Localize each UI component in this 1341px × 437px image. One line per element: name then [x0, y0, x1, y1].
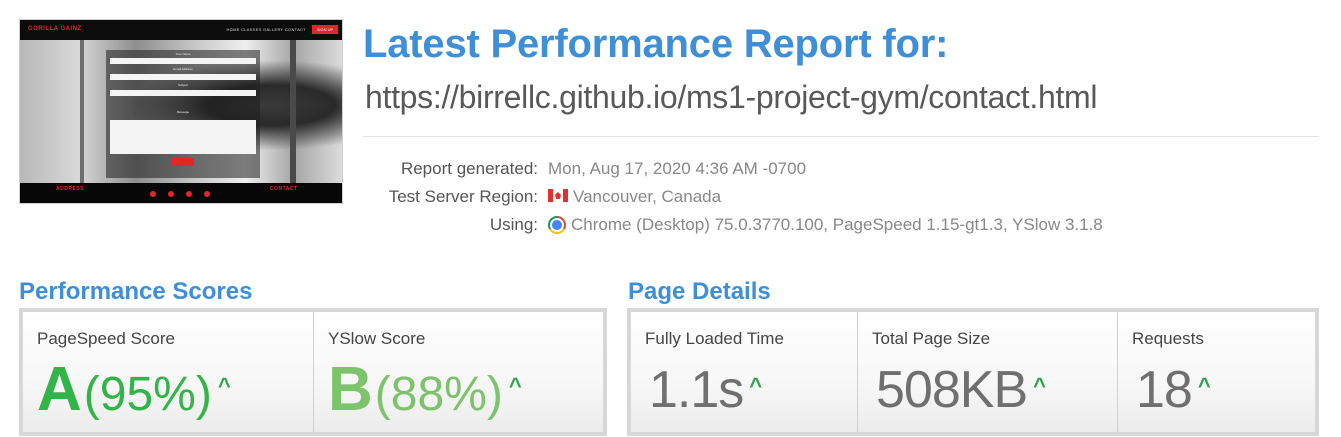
meta-label: Test Server Region:	[388, 187, 538, 206]
thumb-form-label: Email Address	[173, 67, 193, 71]
thumb-message-box	[110, 120, 256, 154]
trend-up-icon: ^	[1197, 373, 1211, 398]
meta-server-region: Test Server Region: Vancouver, Canada	[363, 185, 1263, 209]
report-url[interactable]: https://birrellc.github.io/ms1-project-g…	[365, 79, 1098, 116]
page-details-panel: Fully Loaded Time 1.1s ^ Total Page Size …	[627, 308, 1319, 436]
thumb-contact-form: Your Name Email Address Subject Message	[106, 50, 260, 178]
thumb-submit-button	[172, 158, 194, 166]
meta-value: Vancouver, Canada	[573, 187, 722, 206]
meta-value-wrap: Chrome (Desktop) 75.0.3770.100, PageSpee…	[548, 213, 1103, 237]
pagespeed-score-value: A(95%) ^	[37, 350, 231, 437]
thumb-footer-contact: CONTACT	[270, 186, 298, 192]
thumb-gym-pole	[80, 40, 84, 185]
pagespeed-grade: A	[37, 355, 82, 424]
trend-up-icon: ^	[217, 373, 231, 398]
thumb-form-field	[110, 58, 256, 64]
fully-loaded-time-label: Fully Loaded Time	[645, 329, 784, 348]
thumb-footer-address: ADDRESS	[56, 186, 84, 192]
twitter-icon	[168, 191, 174, 197]
thumb-form-field	[110, 90, 256, 96]
meta-value-wrap: Vancouver, Canada	[548, 185, 721, 209]
meta-label: Report generated:	[400, 159, 538, 178]
meta-report-generated: Report generated: Mon, Aug 17, 2020 4:36…	[363, 157, 1263, 181]
thumb-footer: ADDRESS CONTACT	[20, 183, 342, 203]
thumb-nav-links: HOME CLASSES GALLERY CONTACT	[226, 27, 306, 32]
performance-scores-panel: PageSpeed Score A(95%) ^ YSlow Score B(88…	[19, 308, 607, 436]
requests-card[interactable]: Requests 18 ^	[1117, 312, 1315, 432]
total-page-size-value-wrap: 508KB ^	[876, 350, 1046, 430]
total-page-size-value: 508KB	[876, 361, 1028, 419]
pagespeed-score-label: PageSpeed Score	[37, 329, 175, 348]
requests-label: Requests	[1132, 329, 1204, 348]
thumb-navbar: GORILLA GAINZ HOME CLASSES GALLERY CONTA…	[20, 20, 342, 40]
thumb-logo: GORILLA GAINZ	[28, 26, 82, 32]
thumb-form-field	[110, 74, 256, 80]
yslow-percent: (88%)	[374, 368, 503, 421]
requests-value: 18	[1136, 361, 1193, 419]
page-details-title: Page Details	[628, 278, 771, 305]
thumb-form-label: Message	[176, 110, 190, 114]
trend-up-icon: ^	[749, 373, 762, 398]
page-screenshot-thumbnail: GORILLA GAINZ HOME CLASSES GALLERY CONTA…	[19, 19, 343, 204]
fully-loaded-time-value-wrap: 1.1s ^	[649, 350, 762, 430]
performance-scores-title: Performance Scores	[19, 278, 253, 305]
pagespeed-score-card[interactable]: PageSpeed Score A(95%) ^	[23, 312, 313, 432]
youtube-icon	[186, 191, 192, 197]
thumb-gym-pole	[290, 40, 296, 185]
canada-flag-icon	[548, 189, 568, 203]
total-page-size-label: Total Page Size	[872, 329, 991, 348]
meta-label: Using:	[489, 215, 538, 234]
total-page-size-card[interactable]: Total Page Size 508KB ^	[857, 312, 1117, 432]
trend-up-icon: ^	[1033, 373, 1046, 398]
thumb-form-label: Your Name	[175, 52, 191, 56]
yslow-score-value: B(88%) ^	[328, 350, 522, 437]
trend-up-icon: ^	[508, 373, 522, 398]
yslow-score-label: YSlow Score	[328, 329, 426, 348]
meta-value: Chrome (Desktop) 75.0.3770.100, PageSpee…	[571, 215, 1103, 234]
yslow-score-card[interactable]: YSlow Score B(88%) ^	[313, 312, 603, 432]
meta-value: Mon, Aug 17, 2020 4:36 AM -0700	[548, 159, 807, 178]
requests-value-wrap: 18 ^	[1136, 350, 1211, 430]
meta-using: Using: Chrome (Desktop) 75.0.3770.100, P…	[363, 213, 1263, 237]
pagespeed-percent: (95%)	[83, 368, 212, 421]
yslow-grade: B	[328, 355, 373, 424]
fully-loaded-time-value: 1.1s	[649, 361, 744, 419]
instagram-icon	[204, 191, 210, 197]
header-divider	[363, 136, 1319, 137]
facebook-icon	[150, 191, 156, 197]
thumb-form-label: Subject	[177, 83, 188, 87]
thumb-signup-button: SIGN UP	[312, 25, 338, 34]
chrome-icon	[548, 215, 566, 234]
report-title: Latest Performance Report for:	[363, 22, 949, 66]
fully-loaded-time-card[interactable]: Fully Loaded Time 1.1s ^	[631, 312, 857, 432]
